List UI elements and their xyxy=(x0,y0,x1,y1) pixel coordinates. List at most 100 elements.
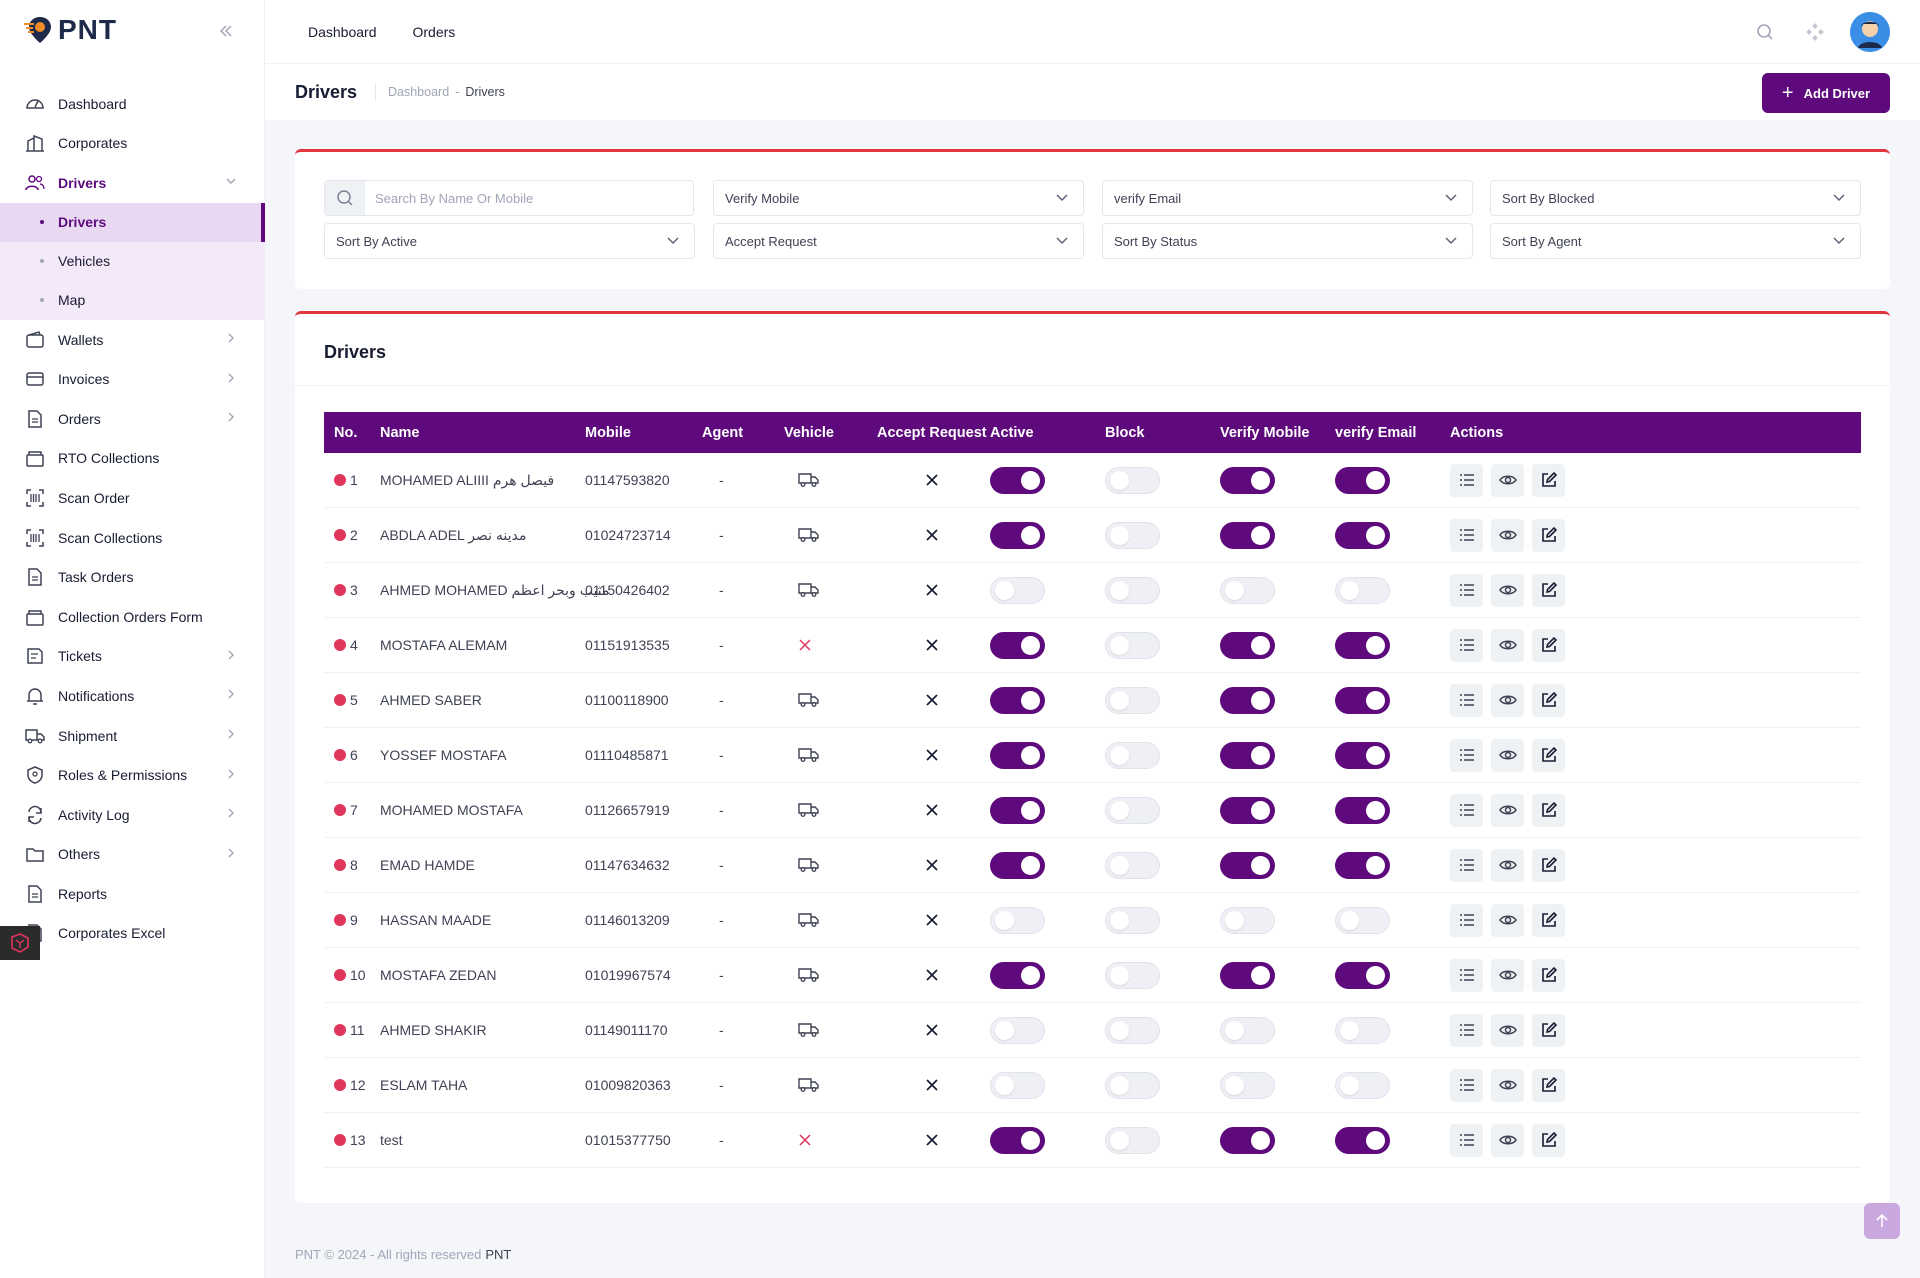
view-button[interactable] xyxy=(1491,463,1524,497)
topnav-dashboard[interactable]: Dashboard xyxy=(308,24,377,40)
sidebar-item-orders[interactable]: Orders xyxy=(0,399,265,439)
details-button[interactable] xyxy=(1450,1123,1483,1157)
sidebar-item-others[interactable]: Others xyxy=(0,835,265,875)
sort-agent-select[interactable]: Sort By Agent xyxy=(1490,223,1861,259)
verify-email-toggle[interactable] xyxy=(1335,1126,1390,1154)
verify-mobile-select[interactable]: Verify Mobile xyxy=(713,180,1084,216)
view-button[interactable] xyxy=(1491,683,1524,717)
sidebar-item-wallets[interactable]: Wallets xyxy=(0,320,265,360)
column-header-block[interactable]: Block xyxy=(1105,412,1145,453)
truck-icon[interactable] xyxy=(798,563,820,617)
verify-email-toggle[interactable] xyxy=(1335,851,1390,879)
edit-button[interactable] xyxy=(1532,903,1565,937)
block-toggle[interactable] xyxy=(1105,796,1160,824)
column-header-vehicle[interactable]: Vehicle xyxy=(784,412,834,453)
verify-mobile-toggle[interactable] xyxy=(1220,521,1275,549)
sidebar-item-scan-collections[interactable]: Scan Collections xyxy=(0,518,265,558)
block-toggle[interactable] xyxy=(1105,631,1160,659)
details-button[interactable] xyxy=(1450,793,1483,827)
verify-email-toggle[interactable] xyxy=(1335,961,1390,989)
view-button[interactable] xyxy=(1491,958,1524,992)
details-button[interactable] xyxy=(1450,628,1483,662)
sidebar-item-shipment[interactable]: Shipment xyxy=(0,716,265,756)
block-toggle[interactable] xyxy=(1105,466,1160,494)
sidebar-item-notifications[interactable]: Notifications xyxy=(0,676,265,716)
block-toggle[interactable] xyxy=(1105,741,1160,769)
column-header-actions[interactable]: Actions xyxy=(1450,412,1503,453)
truck-icon[interactable] xyxy=(798,893,820,947)
active-toggle[interactable] xyxy=(990,906,1045,934)
verify-email-toggle[interactable] xyxy=(1335,741,1390,769)
edit-button[interactable] xyxy=(1532,1013,1565,1047)
sort-active-select[interactable]: Sort By Active xyxy=(324,223,695,259)
column-header-agent[interactable]: Agent xyxy=(702,412,743,453)
truck-icon[interactable] xyxy=(798,728,820,782)
verify-mobile-toggle[interactable] xyxy=(1220,1126,1275,1154)
edit-button[interactable] xyxy=(1532,1068,1565,1102)
edit-button[interactable] xyxy=(1532,573,1565,607)
scroll-top-button[interactable] xyxy=(1864,1203,1900,1239)
truck-icon[interactable] xyxy=(798,838,820,892)
sort-blocked-select[interactable]: Sort By Blocked xyxy=(1490,180,1861,216)
details-button[interactable] xyxy=(1450,738,1483,772)
block-toggle[interactable] xyxy=(1105,1126,1160,1154)
verify-email-toggle[interactable] xyxy=(1335,906,1390,934)
search-icon[interactable] xyxy=(1750,17,1780,47)
verify-email-toggle[interactable] xyxy=(1335,686,1390,714)
sidebar-item-roles-permissions[interactable]: Roles & Permissions xyxy=(0,755,265,795)
sidebar-item-tickets[interactable]: Tickets xyxy=(0,637,265,677)
edit-button[interactable] xyxy=(1532,738,1565,772)
verify-email-toggle[interactable] xyxy=(1335,1071,1390,1099)
column-header-accept-request[interactable]: Accept Request xyxy=(877,412,987,453)
search-input[interactable] xyxy=(365,181,693,215)
sort-status-select[interactable]: Sort By Status xyxy=(1102,223,1473,259)
view-button[interactable] xyxy=(1491,738,1524,772)
active-toggle[interactable] xyxy=(990,851,1045,879)
verify-mobile-toggle[interactable] xyxy=(1220,741,1275,769)
verify-mobile-toggle[interactable] xyxy=(1220,906,1275,934)
view-button[interactable] xyxy=(1491,518,1524,552)
verify-mobile-toggle[interactable] xyxy=(1220,576,1275,604)
apps-icon[interactable] xyxy=(1800,17,1830,47)
column-header-mobile[interactable]: Mobile xyxy=(585,412,631,453)
truck-icon[interactable] xyxy=(798,948,820,1002)
view-button[interactable] xyxy=(1491,903,1524,937)
active-toggle[interactable] xyxy=(990,521,1045,549)
block-toggle[interactable] xyxy=(1105,1071,1160,1099)
details-button[interactable] xyxy=(1450,958,1483,992)
verify-email-toggle[interactable] xyxy=(1335,576,1390,604)
verify-email-toggle[interactable] xyxy=(1335,1016,1390,1044)
edit-button[interactable] xyxy=(1532,683,1565,717)
breadcrumb-dashboard[interactable]: Dashboard xyxy=(388,85,449,99)
add-driver-button[interactable]: + Add Driver xyxy=(1762,73,1890,113)
view-button[interactable] xyxy=(1491,793,1524,827)
active-toggle[interactable] xyxy=(990,796,1045,824)
details-button[interactable] xyxy=(1450,903,1483,937)
topnav-orders[interactable]: Orders xyxy=(413,24,456,40)
verify-mobile-toggle[interactable] xyxy=(1220,961,1275,989)
edit-button[interactable] xyxy=(1532,518,1565,552)
details-button[interactable] xyxy=(1450,848,1483,882)
block-toggle[interactable] xyxy=(1105,576,1160,604)
details-button[interactable] xyxy=(1450,463,1483,497)
edit-button[interactable] xyxy=(1532,628,1565,662)
active-toggle[interactable] xyxy=(990,686,1045,714)
column-header-active[interactable]: Active xyxy=(990,412,1034,453)
accept-request-select[interactable]: Accept Request xyxy=(713,223,1084,259)
verify-mobile-toggle[interactable] xyxy=(1220,631,1275,659)
verify-email-toggle[interactable] xyxy=(1335,796,1390,824)
active-toggle[interactable] xyxy=(990,961,1045,989)
sidebar-item-reports[interactable]: Reports xyxy=(0,874,265,914)
footer-brand-link[interactable]: PNT xyxy=(485,1247,511,1262)
edit-button[interactable] xyxy=(1532,463,1565,497)
active-toggle[interactable] xyxy=(990,1126,1045,1154)
view-button[interactable] xyxy=(1491,1013,1524,1047)
view-button[interactable] xyxy=(1491,1068,1524,1102)
truck-icon[interactable] xyxy=(798,1058,820,1112)
submenu-item-map[interactable]: Map xyxy=(0,281,265,320)
sidebar-item-collection-orders-form[interactable]: Collection Orders Form xyxy=(0,597,265,637)
verify-mobile-toggle[interactable] xyxy=(1220,1071,1275,1099)
verify-mobile-toggle[interactable] xyxy=(1220,851,1275,879)
edit-button[interactable] xyxy=(1532,958,1565,992)
truck-icon[interactable] xyxy=(798,1003,820,1057)
